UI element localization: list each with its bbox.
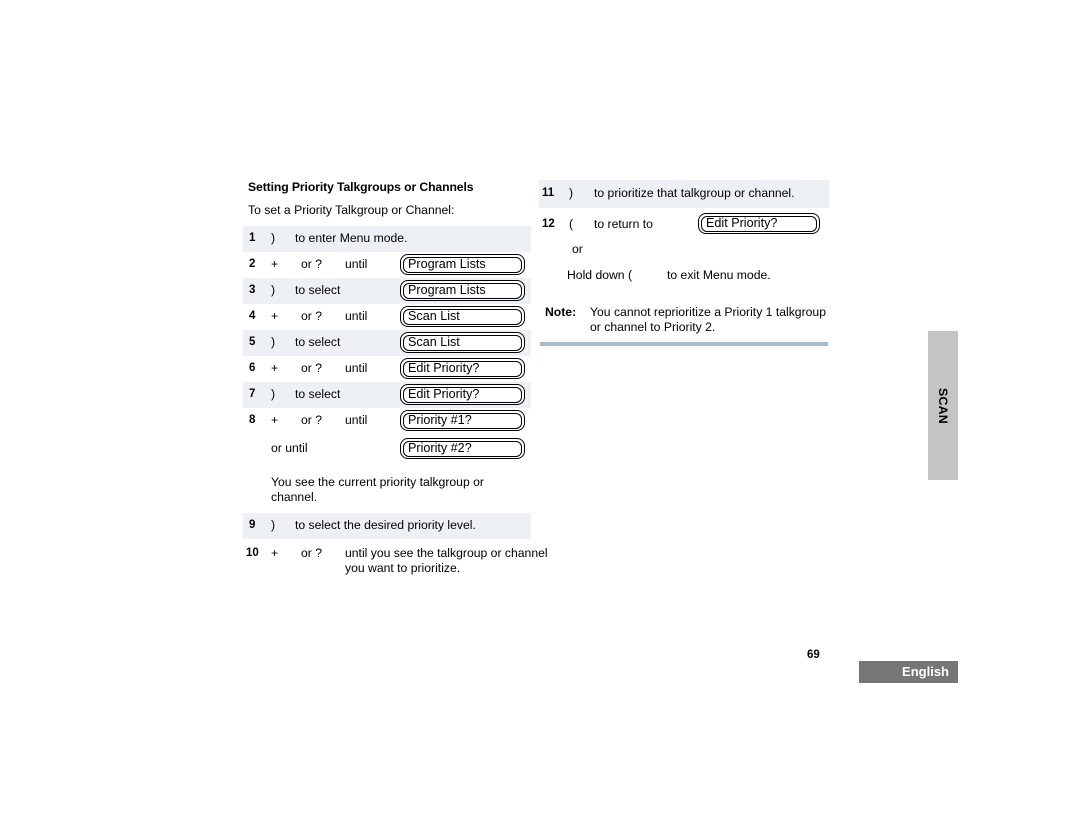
step-number: 12 [542,218,555,230]
key-glyph: + [271,257,279,271]
hold-down-description: to exit Menu mode. [667,268,771,282]
key-glyph: ( [569,217,574,231]
alt-key-glyph: or ? [301,257,323,271]
section-tab-label: SCAN [936,387,950,424]
step-description: to return to [594,217,653,231]
step-number: 2 [249,258,256,270]
step-row: 10 + or ? until you see the talkgroup or… [243,539,548,583]
step-number: 8 [249,414,256,426]
step-number: 3 [249,284,256,296]
step-number: 6 [249,362,256,374]
step-number: 1 [249,232,256,244]
lcd-display-box: Priority #1? [400,410,525,431]
step-row: 7 ) to select Edit Priority? [243,382,531,408]
key-glyph: + [271,309,279,323]
step-number: 11 [542,187,555,199]
lcd-display-box: Scan List [400,306,525,327]
step-row: 8 + or ? until Priority #1? or until Pri… [243,408,531,513]
alt-key-glyph: or ? [301,546,323,560]
lead-paragraph: To set a Priority Talkgroup or Channel: [248,203,455,217]
step-row: 2 + or ? until Program Lists [243,252,531,278]
step-row: 3 ) to select Program Lists [243,278,531,304]
key-glyph: ) [271,387,276,401]
right-column: 11 ) to prioritize that talkgroup or cha… [539,180,829,335]
lcd-display-box: Scan List [400,332,525,353]
lcd-display-box: Edit Priority? [400,384,525,405]
step-list-left: 1 ) to enter Menu mode. 2 + or ? until P… [243,226,548,583]
note-block: Note: You cannot reprioritize a Priority… [540,305,829,335]
step-description: until you see the talkgroup or channel y… [345,546,548,575]
language-badge: English [859,661,958,683]
alt-key-glyph: or ? [301,309,323,323]
step-description: to enter Menu mode. [295,231,408,245]
until-label: until [345,257,368,271]
page-number: 69 [807,649,820,661]
key-glyph: + [271,413,279,427]
section-tab-scan: SCAN [928,331,958,480]
step-row: 12 ( to return to Edit Priority? or Hold… [539,208,829,292]
left-column: Setting Priority Talkgroups or Channels … [243,180,548,583]
until-label: until [345,413,368,427]
or-label: or [572,242,583,256]
lcd-display-box: Program Lists [400,254,525,275]
step-description: to select [295,387,341,401]
key-glyph: ) [271,231,276,245]
step-row: 5 ) to select Scan List [243,330,531,356]
key-glyph: ) [271,335,276,349]
step-row: 4 + or ? until Scan List [243,304,531,330]
step-number: 10 [246,547,259,559]
step-row: 9 ) to select the desired priority level… [243,513,531,539]
until-label: until [345,361,368,375]
manual-page: Setting Priority Talkgroups or Channels … [0,0,1080,834]
step-list-right: 11 ) to prioritize that talkgroup or cha… [539,180,829,335]
hold-down-label: Hold down ( [567,268,633,282]
key-glyph: ) [271,518,276,532]
until-label: until [345,309,368,323]
step-number: 5 [249,336,256,348]
page-title: Setting Priority Talkgroups or Channels [248,180,474,194]
alt-key-glyph: or ? [301,413,323,427]
step-result-text: You see the current priority talkgroup o… [271,475,484,504]
note-label: Note: [545,305,577,319]
step-number: 9 [249,519,256,531]
step-description: to select the desired priority level. [295,518,476,532]
key-glyph: + [271,546,279,560]
lcd-display-box: Priority #2? [400,438,525,459]
step-number: 4 [249,310,256,322]
step-number: 7 [249,388,256,400]
lcd-display-box: Program Lists [400,280,525,301]
key-glyph: ) [569,186,574,200]
step-description: to select [295,283,341,297]
step-description: to prioritize that talkgroup or channel. [594,186,795,200]
note-text: You cannot reprioritize a Priority 1 tal… [590,305,826,334]
section-divider [540,342,828,346]
step-description: to select [295,335,341,349]
step-row: 1 ) to enter Menu mode. [243,226,531,252]
lcd-display-box: Edit Priority? [400,358,525,379]
step-row: 11 ) to prioritize that talkgroup or cha… [539,180,829,208]
step-row: 6 + or ? until Edit Priority? [243,356,531,382]
key-glyph: ) [271,283,276,297]
key-glyph: + [271,361,279,375]
lcd-display-box: Edit Priority? [698,213,820,234]
or-until-label: or until [271,441,308,455]
alt-key-glyph: or ? [301,361,323,375]
